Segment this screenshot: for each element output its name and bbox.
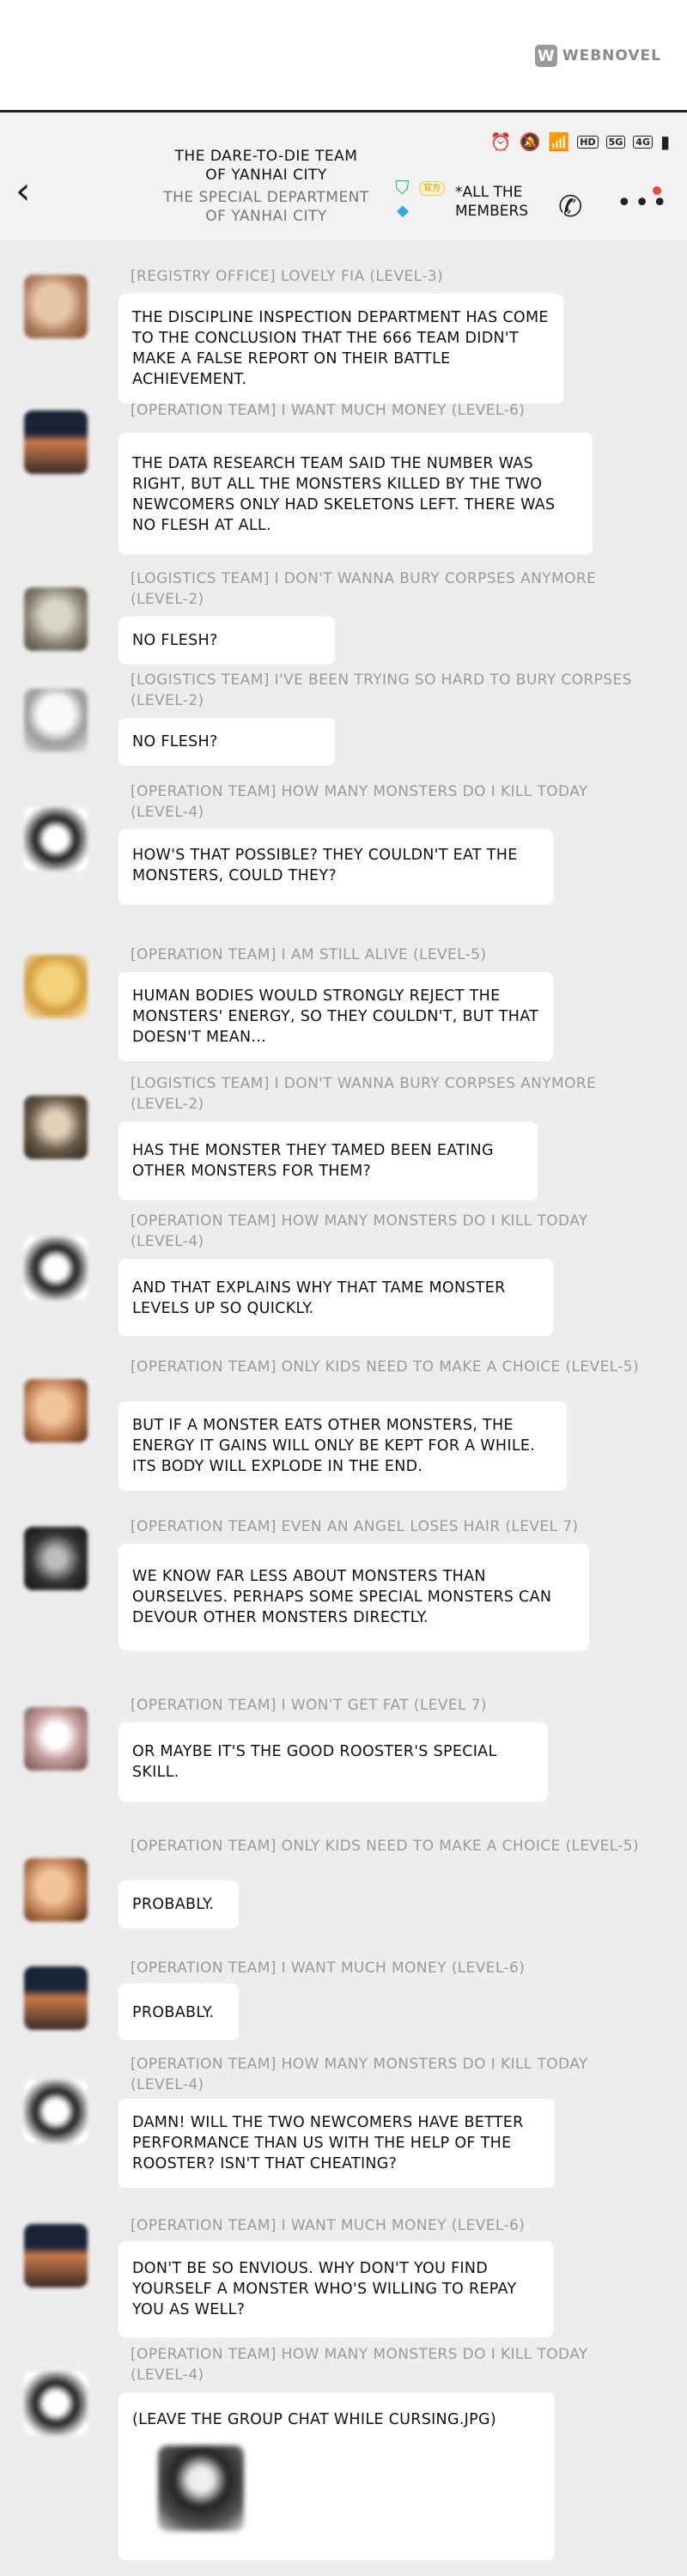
sender-name: [OPERATION TEAM] I WON'T GET FAT (LEVEL … <box>131 1697 487 1714</box>
signal-4g-icon: 4G <box>633 135 653 149</box>
message-bubble[interactable]: WE KNOW FAR LESS ABOUT MONSTERS THAN OUR… <box>119 1544 589 1650</box>
webnovel-text: WEBNOVEL <box>562 47 661 64</box>
avatar[interactable] <box>24 1096 88 1159</box>
signal-5g-icon: 5G <box>605 135 626 149</box>
sender-name: [OPERATION TEAM] I WANT MUCH MONEY (LEVE… <box>131 402 526 419</box>
sender-name: [LOGISTICS TEAM] I DON'T WANNA BURY CORP… <box>131 1075 597 1113</box>
hd-icon: HD <box>577 135 599 149</box>
shield-check-icon: ⛉ <box>395 178 410 199</box>
sender-name: [LOGISTICS TEAM] I DON'T WANNA BURY CORP… <box>131 570 597 608</box>
avatar[interactable] <box>24 1707 88 1771</box>
avatar[interactable] <box>24 587 88 651</box>
more-options-icon[interactable]: ••• <box>617 188 670 218</box>
avatar[interactable] <box>24 1527 88 1590</box>
webnovel-logo-icon: W <box>534 45 557 67</box>
chat-subtitle: THE SPECIAL DEPARTMENT OF YANHAI CITY <box>163 189 369 225</box>
chat-title-block[interactable]: THE DARE-TO-DIE TEAM OF YANHAI CITY THE … <box>163 147 369 226</box>
mute-icon: 🔕 <box>519 131 541 152</box>
message-bubble[interactable]: (LEAVE THE GROUP CHAT WHILE CURSING.JPG) <box>119 2392 555 2561</box>
avatar[interactable] <box>24 689 88 752</box>
all-members-label[interactable]: *ALL THE MEMBERS <box>455 183 550 221</box>
sender-name: [REGISTRY OFFICE] LOVELY FIA (LEVEL-3) <box>131 268 443 285</box>
sender-name: [OPERATION TEAM] HOW MANY MONSTERS DO I … <box>131 2346 588 2384</box>
message-bubble[interactable]: THE DATA RESEARCH TEAM SAID THE NUMBER W… <box>119 433 593 555</box>
message-bubble[interactable]: THE DISCIPLINE INSPECTION DEPARTMENT HAS… <box>119 294 563 404</box>
sender-name: [OPERATION TEAM] ONLY KIDS NEED TO MAKE … <box>131 1358 640 1376</box>
avatar[interactable] <box>24 410 88 474</box>
official-badge: 官方 <box>419 181 445 196</box>
sender-name: [OPERATION TEAM] I WANT MUCH MONEY (LEVE… <box>131 1959 526 1977</box>
back-button[interactable]: ‹ <box>15 173 31 210</box>
phone-call-icon[interactable]: ✆ <box>558 190 583 224</box>
avatar[interactable] <box>24 955 88 1018</box>
avatar[interactable] <box>24 1966 88 2030</box>
avatar[interactable] <box>24 2372 88 2435</box>
chat-message-list[interactable]: [REGISTRY OFFICE] LOVELY FIA (LEVEL-3) T… <box>0 240 687 2576</box>
message-text: (LEAVE THE GROUP CHAT WHILE CURSING.JPG) <box>132 2411 496 2428</box>
sender-name: [OPERATION TEAM] HOW MANY MONSTERS DO I … <box>131 1212 588 1250</box>
message-bubble[interactable]: AND THAT EXPLAINS WHY THAT TAME MONSTER … <box>119 1259 553 1336</box>
alarm-icon: ⏰ <box>489 131 512 152</box>
wifi-icon: 📶 <box>548 131 570 152</box>
message-bubble[interactable]: PROBABLY. <box>119 1984 239 2040</box>
sender-name: [OPERATION TEAM] I WANT MUCH MONEY (LEVE… <box>131 2217 526 2234</box>
image-thumbnail[interactable] <box>158 2445 244 2531</box>
battery-icon: ▮ <box>660 131 670 152</box>
message-bubble[interactable]: OR MAYBE IT'S THE GOOD ROOSTER'S SPECIAL… <box>119 1722 548 1801</box>
message-bubble[interactable]: HAS THE MONSTER THEY TAMED BEEN EATING O… <box>119 1121 538 1200</box>
sender-name: [OPERATION TEAM] HOW MANY MONSTERS DO I … <box>131 2056 588 2093</box>
message-bubble[interactable]: NO FLESH? <box>119 718 335 766</box>
status-bar: ⏰ 🔕 📶 HD 5G 4G ▮ <box>490 131 670 152</box>
chat-title: THE DARE-TO-DIE TEAM OF YANHAI CITY <box>174 148 358 184</box>
notification-dot <box>653 186 661 195</box>
avatar[interactable] <box>24 1379 88 1443</box>
message-bubble[interactable]: HOW'S THAT POSSIBLE? THEY COULDN'T EAT T… <box>119 829 553 905</box>
group-badges: ⛉ 官方 ◆ <box>393 176 453 224</box>
sender-name: [LOGISTICS TEAM] I'VE BEEN TRYING SO HAR… <box>131 671 632 709</box>
message-bubble[interactable]: DAMN! WILL THE TWO NEWCOMERS HAVE BETTER… <box>119 2099 555 2188</box>
message-bubble[interactable]: DON'T BE SO ENVIOUS. WHY DON'T YOU FIND … <box>119 2241 553 2337</box>
webnovel-watermark: W WEBNOVEL <box>534 45 661 67</box>
sender-name: [OPERATION TEAM] HOW MANY MONSTERS DO I … <box>131 783 588 821</box>
message-bubble[interactable]: HUMAN BODIES WOULD STRONGLY REJECT THE M… <box>119 972 553 1061</box>
message-bubble[interactable]: PROBABLY. <box>119 1880 239 1929</box>
page-top-area: W WEBNOVEL <box>0 0 687 112</box>
avatar[interactable] <box>24 1858 88 1922</box>
avatar[interactable] <box>24 2080 88 2143</box>
message-bubble[interactable]: NO FLESH? <box>119 617 335 665</box>
avatar[interactable] <box>24 807 88 871</box>
avatar[interactable] <box>24 275 88 338</box>
sender-name: [OPERATION TEAM] EVEN AN ANGEL LOSES HAI… <box>131 1518 579 1535</box>
sender-name: [OPERATION TEAM] I AM STILL ALIVE (LEVEL… <box>131 946 487 963</box>
avatar[interactable] <box>24 2224 88 2287</box>
message-bubble[interactable]: BUT IF A MONSTER EATS OTHER MONSTERS, TH… <box>119 1401 567 1491</box>
chat-header: ⏰ 🔕 📶 HD 5G 4G ▮ ‹ THE DARE-TO-DIE TEAM … <box>0 112 687 240</box>
sender-name: [OPERATION TEAM] ONLY KIDS NEED TO MAKE … <box>131 1838 640 1855</box>
diamond-icon: ◆ <box>397 202 409 220</box>
avatar[interactable] <box>24 1236 88 1300</box>
